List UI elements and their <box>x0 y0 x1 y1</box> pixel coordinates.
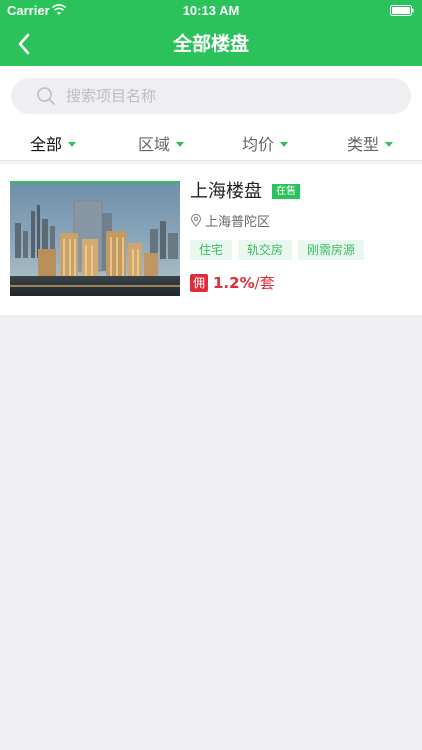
filter-all[interactable]: 全部 <box>30 126 77 160</box>
battery-icon <box>390 5 414 16</box>
listing-thumbnail <box>10 181 180 296</box>
nav-bar: 全部楼盘 <box>0 22 422 66</box>
caret-down-icon <box>68 141 77 147</box>
filter-price[interactable]: 均价 <box>242 126 289 160</box>
app-header: Carrier 10:13 AM 全部楼盘 <box>0 0 422 66</box>
search-input[interactable] <box>66 78 396 114</box>
filter-label: 均价 <box>242 135 275 154</box>
location-text: 上海普陀区 <box>205 214 271 230</box>
commission-info: 佣 1.2% /套 <box>190 272 275 293</box>
caret-down-icon <box>385 141 394 147</box>
search-icon <box>37 87 55 105</box>
filter-label: 区域 <box>138 135 171 154</box>
commission-value: 1.2% <box>213 273 255 292</box>
status-badge: 在售 <box>272 184 300 199</box>
tag: 住宅 <box>190 240 233 260</box>
back-button[interactable] <box>6 26 42 62</box>
tag: 轨交房 <box>238 240 293 260</box>
filter-type[interactable]: 类型 <box>347 126 394 160</box>
status-time: 10:13 AM <box>182 3 240 18</box>
status-bar: Carrier 10:13 AM <box>0 0 422 22</box>
page-title: 全部楼盘 <box>172 33 249 55</box>
filter-label: 类型 <box>347 135 380 154</box>
chevron-left-icon <box>18 33 30 55</box>
project-location: 上海普陀区 <box>190 210 270 230</box>
listing-card[interactable]: 上海楼盘 在售 上海普陀区 住宅 轨交房 刚需房源 佣 1.2% /套 <box>0 164 422 315</box>
location-pin-icon <box>190 213 202 227</box>
project-name: 上海楼盘 <box>190 181 262 202</box>
caret-down-icon <box>176 141 185 147</box>
commission-icon: 佣 <box>190 273 208 292</box>
filter-region[interactable]: 区域 <box>138 126 185 160</box>
search-box[interactable] <box>11 78 411 114</box>
tag: 刚需房源 <box>298 240 365 260</box>
commission-unit: /套 <box>254 274 275 292</box>
tag-list: 住宅 轨交房 刚需房源 <box>190 240 370 260</box>
caret-down-icon <box>280 141 289 147</box>
filter-label: 全部 <box>30 135 63 154</box>
search-section <box>0 66 422 126</box>
city-skyline-image <box>10 181 180 296</box>
filter-bar: 全部 区域 均价 类型 <box>0 126 422 161</box>
